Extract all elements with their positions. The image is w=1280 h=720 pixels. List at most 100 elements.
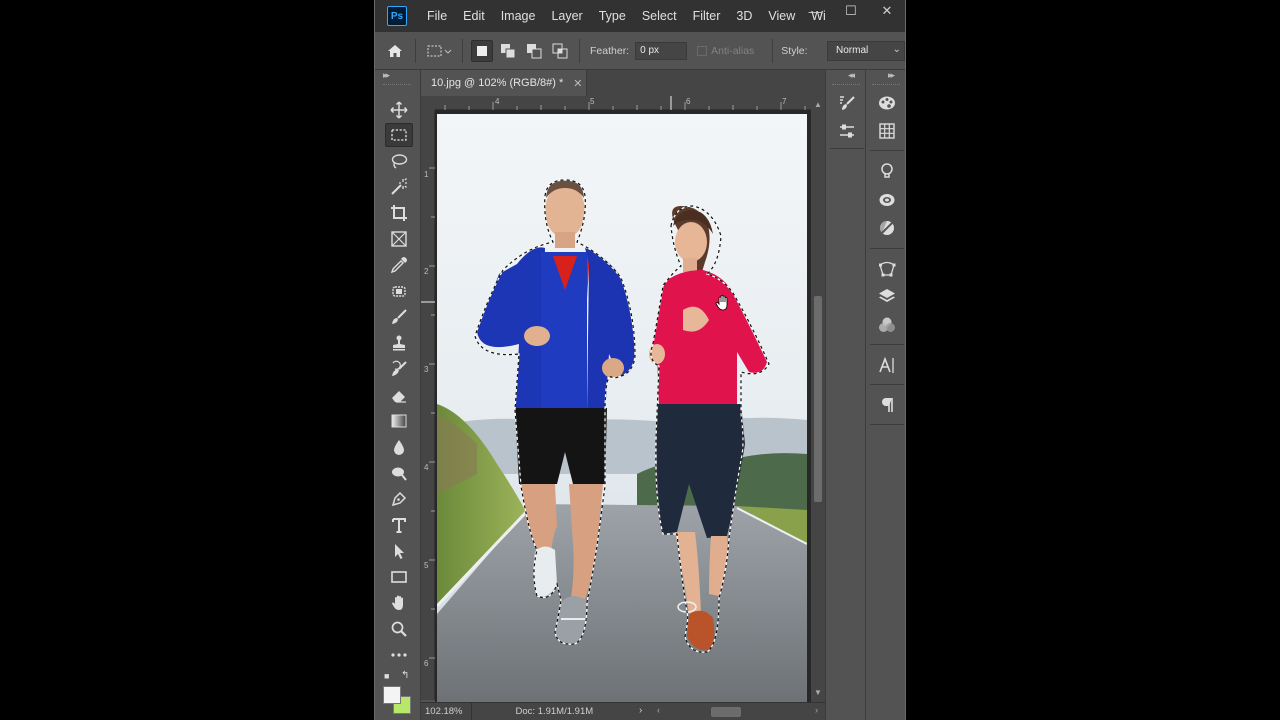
eraser-tool[interactable] <box>385 383 413 407</box>
ruler-origin[interactable] <box>421 96 435 110</box>
menu-type[interactable]: Type <box>591 0 634 32</box>
toolbar-grip[interactable] <box>383 84 411 85</box>
path-selection-tool[interactable] <box>385 539 413 563</box>
eyedropper-tool[interactable] <box>385 253 413 277</box>
tab-strip <box>587 70 825 96</box>
collapse-panel-icon[interactable]: ◂◂ <box>848 70 855 81</box>
healing-brush-tool[interactable] <box>385 279 413 303</box>
divider <box>870 150 904 151</box>
divider <box>579 38 580 63</box>
feather-label: Feather: <box>590 44 630 57</box>
color-palette-icon[interactable] <box>874 92 900 114</box>
panel-dock: ▸▸ <box>865 70 905 720</box>
menu-bar: Ps File Edit Image Layer Type Select Fil… <box>375 0 905 32</box>
window-controls: — ☐ ✕ <box>797 0 905 22</box>
lasso-tool[interactable] <box>385 149 413 173</box>
divider <box>772 38 774 63</box>
close-icon[interactable]: ✕ <box>573 77 582 90</box>
panel-grip[interactable] <box>872 84 900 85</box>
new-selection-icon[interactable] <box>471 39 493 62</box>
rectangle-tool[interactable] <box>385 565 413 589</box>
brush-settings-icon[interactable] <box>834 92 860 114</box>
menu-layer[interactable]: Layer <box>543 0 590 32</box>
panel-grip[interactable] <box>832 84 860 85</box>
zoom-tool[interactable] <box>385 617 413 641</box>
document-canvas[interactable] <box>435 110 811 702</box>
hand-tool[interactable] <box>385 591 413 615</box>
photoshop-window: Ps File Edit Image Layer Type Select Fil… <box>374 0 906 720</box>
move-tool[interactable] <box>385 98 413 122</box>
anti-alias-label: Anti-alias <box>711 44 755 57</box>
pen-tool[interactable] <box>385 487 413 511</box>
horizontal-ruler[interactable]: 4 5 6 7 <box>435 96 811 110</box>
menu-edit[interactable]: Edit <box>455 0 493 32</box>
vertical-scrollbar[interactable]: ▲ ▼ <box>811 96 825 702</box>
zoom-level[interactable]: 102.18% <box>421 702 472 720</box>
channels-icon[interactable] <box>874 314 900 336</box>
divider <box>462 38 463 63</box>
divider <box>870 248 904 249</box>
collapse-toolbar-icon[interactable]: ▸▸ <box>383 70 390 81</box>
status-bar: 102.18% Doc: 1.91M/1.91M › ‹ › <box>421 702 825 720</box>
blur-tool[interactable] <box>385 435 413 459</box>
menu-filter[interactable]: Filter <box>685 0 729 32</box>
crop-tool[interactable] <box>385 201 413 225</box>
edit-toolbar[interactable] <box>385 643 413 667</box>
photoshop-logo: Ps <box>387 6 407 26</box>
add-to-selection-icon[interactable] <box>497 40 519 62</box>
divider <box>415 38 416 63</box>
magic-wand-tool[interactable] <box>385 175 413 199</box>
menu-file[interactable]: File <box>419 0 455 32</box>
intersect-selection-icon[interactable] <box>549 40 571 62</box>
layers-icon[interactable] <box>874 285 900 307</box>
clone-stamp-tool[interactable] <box>385 331 413 355</box>
horizontal-scrollbar-thumb[interactable] <box>711 707 741 717</box>
document-title: 10.jpg @ 102% (RGB/8#) * <box>431 77 564 89</box>
scroll-up-icon[interactable]: ▲ <box>814 100 822 109</box>
paragraph-icon[interactable] <box>874 394 900 416</box>
menu-3d[interactable]: 3D <box>728 0 760 32</box>
foreground-color-swatch[interactable] <box>383 686 401 704</box>
frame-tool[interactable] <box>385 227 413 251</box>
maximize-icon[interactable]: ☐ <box>833 0 869 22</box>
collapse-panel-icon[interactable]: ▸▸ <box>888 70 895 81</box>
properties-adjust-icon[interactable] <box>834 120 860 142</box>
divider <box>870 344 904 345</box>
rectangular-marquee-tool[interactable] <box>385 123 413 147</box>
scrollbar-thumb[interactable] <box>814 296 822 502</box>
default-colors-icon[interactable]: ■ <box>384 671 394 681</box>
swap-colors-icon[interactable]: ↰ <box>401 670 409 681</box>
doc-size-info: Doc: 1.91M/1.91M <box>515 706 594 717</box>
dodge-tool[interactable] <box>385 461 413 485</box>
close-icon[interactable]: ✕ <box>869 0 905 22</box>
minimize-icon[interactable]: — <box>797 0 833 22</box>
anti-alias-checkbox[interactable] <box>697 45 708 56</box>
libraries-icon[interactable] <box>874 189 900 211</box>
photo-runners[interactable] <box>437 114 807 702</box>
home-icon[interactable] <box>381 39 409 63</box>
feather-input[interactable] <box>635 41 688 60</box>
style-label: Style: <box>781 44 808 57</box>
history-brush-tool[interactable] <box>385 357 413 381</box>
chevron-right-icon[interactable]: › <box>639 705 642 716</box>
style-value: Normal <box>836 45 869 56</box>
subtract-from-selection-icon[interactable] <box>523 40 545 62</box>
tool-preset-picker[interactable] <box>422 39 456 63</box>
tab-document[interactable]: 10.jpg @ 102% (RGB/8#) * ✕ <box>421 70 587 96</box>
style-select[interactable]: Normal ⌄ <box>827 41 905 61</box>
swatches-grid-icon[interactable] <box>874 120 900 142</box>
type-tool[interactable] <box>385 513 413 537</box>
adjustments-icon[interactable] <box>874 217 900 239</box>
menu-image[interactable]: Image <box>493 0 544 32</box>
paths-icon[interactable] <box>874 258 900 280</box>
gradient-tool[interactable] <box>385 409 413 433</box>
scroll-down-icon[interactable]: ▼ <box>814 688 822 697</box>
menu-select[interactable]: Select <box>634 0 685 32</box>
brush-tool[interactable] <box>385 305 413 329</box>
scroll-right-icon[interactable]: › <box>815 705 818 715</box>
vertical-ruler[interactable]: 1 2 3 4 5 6 <box>421 110 435 700</box>
character-icon[interactable] <box>874 354 900 376</box>
learn-lightbulb-icon[interactable] <box>874 160 900 182</box>
scroll-left-icon[interactable]: ‹ <box>657 705 660 715</box>
chevron-down-icon: ⌄ <box>892 44 901 55</box>
